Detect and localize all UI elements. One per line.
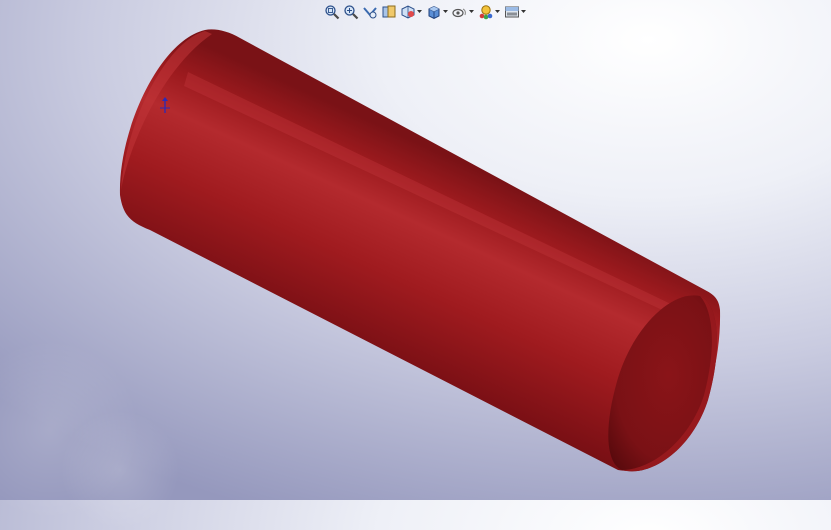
model-canvas [119,29,721,472]
display-style-button[interactable] [425,3,450,21]
previous-view-icon [363,7,377,19]
zoom-to-fit-icon [325,5,340,20]
graphics-viewport[interactable] [0,0,831,530]
edit-appearance-button[interactable] [477,3,502,21]
view-orientation-button[interactable] [399,3,424,21]
chevron-down-icon[interactable] [416,10,423,14]
zoom-to-area-button[interactable] [342,3,360,21]
section-view-icon [382,5,396,18]
previous-view-button[interactable] [361,3,379,21]
chevron-down-icon[interactable] [468,10,475,14]
heads-up-view-toolbar [323,2,528,22]
hide-show-items-icon [452,8,466,18]
chevron-down-icon[interactable] [442,10,449,14]
apply-scene-icon [505,6,519,18]
edit-appearance-icon [479,5,493,20]
hide-show-items-button[interactable] [451,3,476,21]
chevron-down-icon[interactable] [494,10,501,14]
zoom-to-area-icon [344,5,359,20]
apply-scene-button[interactable] [503,3,528,21]
view-orientation-icon [401,5,415,19]
section-view-button[interactable] [380,3,398,21]
zoom-to-fit-button[interactable] [323,3,341,21]
chevron-down-icon[interactable] [520,10,527,14]
display-style-icon [428,5,440,20]
